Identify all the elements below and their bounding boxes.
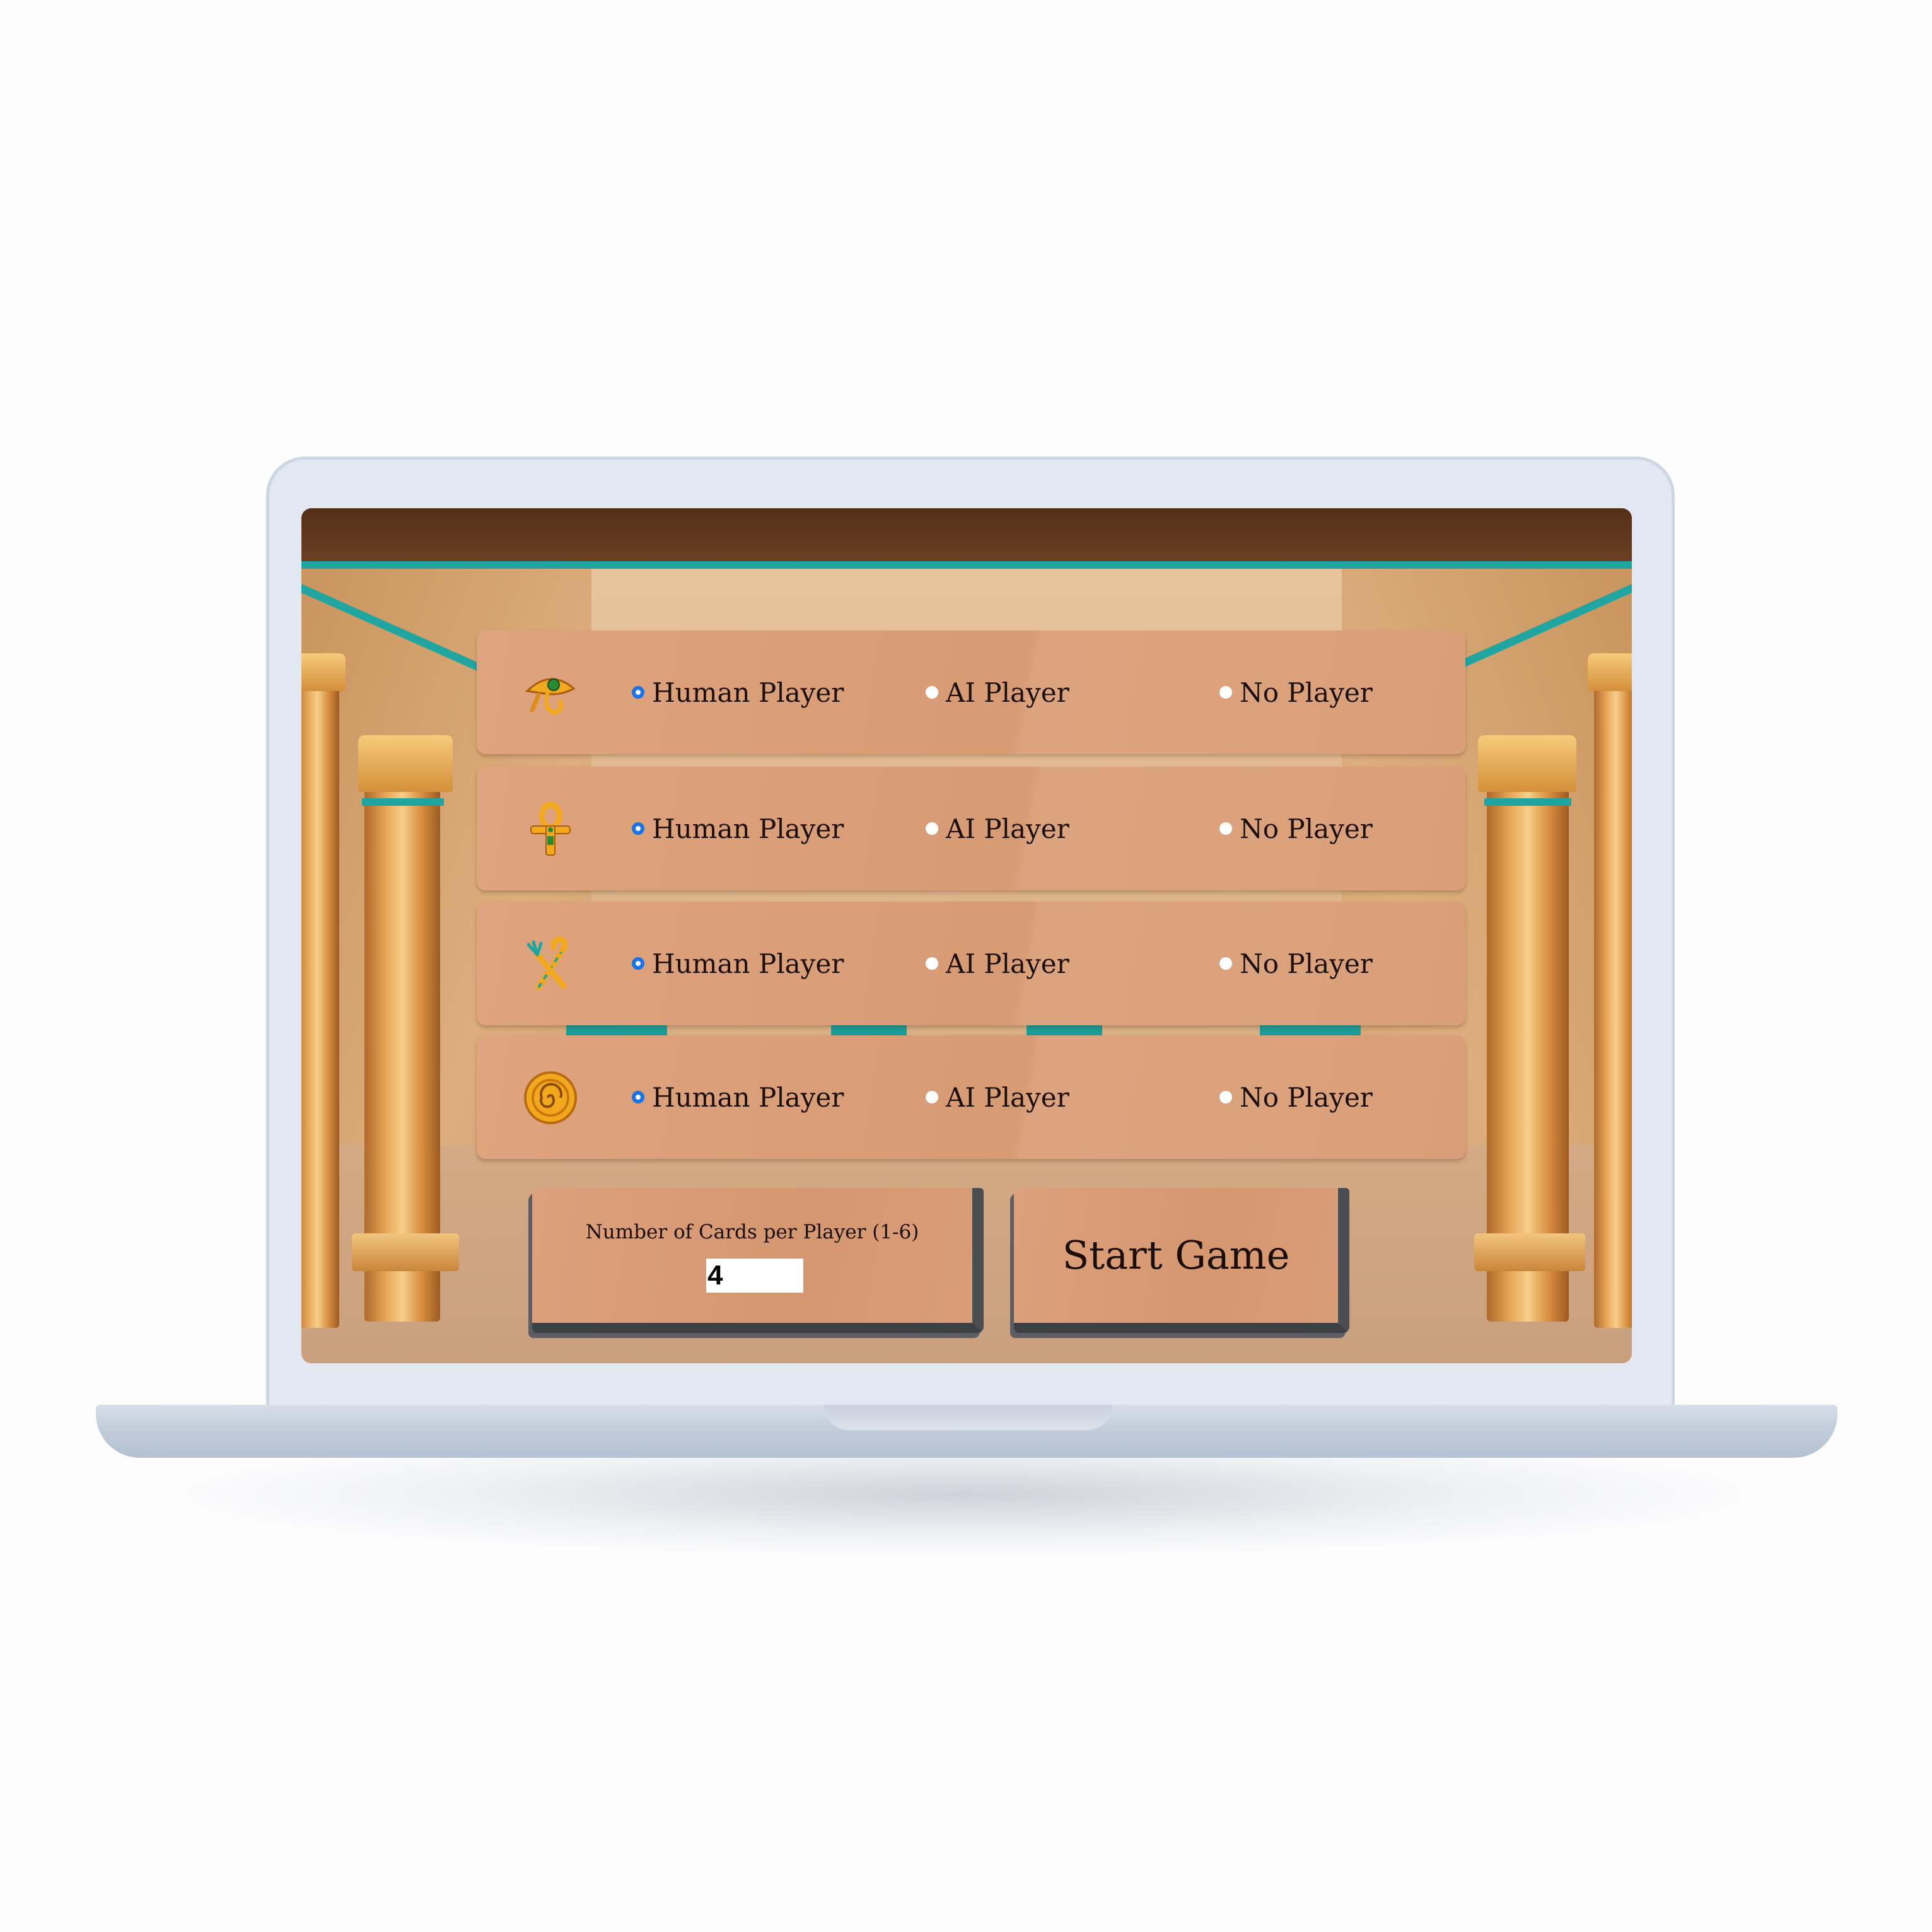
no-player-label: No Player [1240,813,1373,844]
ai-player-label: AI Player [946,1081,1069,1113]
ai-player-radio[interactable] [926,822,938,835]
column-capital [358,735,453,792]
human-player-option[interactable]: Human Player [632,767,844,890]
human-player-label: Human Player [652,677,844,708]
ai-player-radio[interactable] [926,686,938,699]
ai-player-option[interactable]: AI Player [926,631,1069,754]
gold-coin-icon [524,1071,577,1124]
ai-player-label: AI Player [946,677,1069,708]
human-player-option[interactable]: Human Player [632,902,844,1025]
human-player-label: Human Player [652,948,844,979]
ai-player-radio[interactable] [926,957,938,970]
player-row-1: Human Player AI Player No Player [477,631,1465,754]
ai-player-radio[interactable] [926,1091,938,1103]
no-player-radio[interactable] [1219,822,1232,835]
human-player-radio[interactable] [632,1091,644,1103]
column-capital [1588,653,1632,691]
column [1594,672,1632,1328]
cards-per-player-label: Number of Cards per Player (1-6) [585,1221,919,1243]
crook-and-flail-icon [527,936,567,991]
player-row-2: Human Player AI Player No Player [477,767,1465,890]
no-player-option[interactable]: No Player [1219,631,1373,754]
start-game-button[interactable]: Start Game [1014,1188,1349,1333]
column-ring [362,798,444,806]
cards-per-player-input[interactable] [706,1259,803,1293]
human-player-label: Human Player [652,1081,844,1113]
cards-per-player-panel: Number of Cards per Player (1-6) [532,1188,984,1333]
no-player-label: No Player [1240,677,1373,708]
ai-player-label: AI Player [946,948,1069,979]
eye-of-horus-icon [525,678,576,715]
ai-player-option[interactable]: AI Player [926,1035,1069,1159]
game-screen: Human Player AI Player No Player Human P… [301,508,1632,1363]
human-player-radio[interactable] [632,957,644,970]
column-plinth [1474,1233,1585,1271]
no-player-option[interactable]: No Player [1219,767,1373,890]
no-player-radio[interactable] [1219,686,1232,699]
human-player-option[interactable]: Human Player [632,1035,844,1159]
no-player-label: No Player [1240,948,1373,979]
ankh-icon [530,801,571,856]
ceiling-band [301,561,1632,569]
player-row-4: Human Player AI Player No Player [477,1035,1465,1159]
no-player-option[interactable]: No Player [1219,1035,1373,1159]
no-player-radio[interactable] [1219,1091,1232,1103]
laptop-notch [823,1405,1112,1430]
human-player-option[interactable]: Human Player [632,631,844,754]
column [301,672,339,1328]
column-capital [1478,735,1576,792]
player-row-3: Human Player AI Player No Player [477,902,1465,1025]
no-player-option[interactable]: No Player [1219,902,1373,1025]
no-player-radio[interactable] [1219,957,1232,970]
column-capital [301,653,346,691]
column-plinth [352,1233,459,1271]
column-ring [1484,798,1571,806]
no-player-label: No Player [1240,1081,1373,1113]
human-player-radio[interactable] [632,822,644,835]
ai-player-option[interactable]: AI Player [926,767,1069,890]
human-player-radio[interactable] [632,686,644,699]
ai-player-label: AI Player [946,813,1069,844]
start-game-label: Start Game [1062,1232,1290,1278]
ceiling [301,508,1632,569]
ai-player-option[interactable]: AI Player [926,902,1069,1025]
human-player-label: Human Player [652,813,844,844]
